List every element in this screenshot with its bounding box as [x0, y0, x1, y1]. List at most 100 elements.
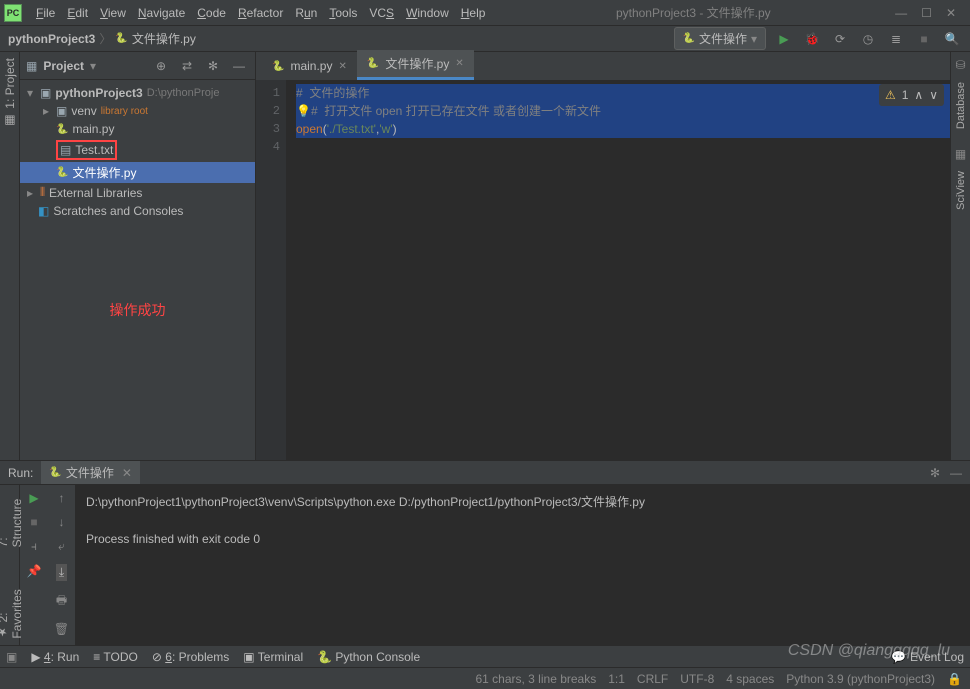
menu-vcs[interactable]: VCS — [363, 3, 400, 23]
tree-scratches[interactable]: ◧ Scratches and Consoles — [20, 202, 255, 220]
debug-button[interactable]: 🐞 — [802, 29, 822, 49]
inspection-badge[interactable]: ⚠ 1 ∧ ∨ — [879, 84, 944, 106]
run-tab-label: 文件操作 — [66, 464, 114, 481]
tree-root[interactable]: ▾ ▣ pythonProject3 D:\pythonProje — [20, 84, 255, 102]
tree-test-txt[interactable]: ▤ Test.txt — [20, 138, 255, 162]
menu-edit[interactable]: Edit — [61, 3, 94, 23]
down-icon[interactable]: ↓ — [59, 515, 65, 529]
stop-button[interactable]: ■ — [30, 515, 37, 529]
status-enc[interactable]: UTF-8 — [680, 672, 714, 686]
scroll-end-icon[interactable]: ⤓ — [56, 564, 67, 581]
trash-icon[interactable]: 🗑 — [54, 622, 69, 636]
menu-view[interactable]: View — [94, 3, 132, 23]
layout-button[interactable]: ⫞ — [31, 539, 37, 554]
sidebar-database-tab[interactable]: Database — [953, 76, 969, 135]
python-file-icon: 🐍 — [272, 61, 284, 72]
menu-window[interactable]: Window — [400, 3, 455, 23]
tree-venv[interactable]: ▸ ▣ venv library root — [20, 102, 255, 120]
sciview-icon[interactable]: ▦ — [955, 147, 966, 161]
close-tab-icon[interactable]: ✕ — [338, 61, 346, 72]
prev-highlight-icon[interactable]: ∧ — [914, 86, 923, 104]
status-indent[interactable]: 4 spaces — [726, 672, 774, 686]
attach-button[interactable]: ≣ — [886, 29, 906, 49]
next-highlight-icon[interactable]: ∨ — [929, 86, 938, 104]
chevron-right-icon: 〉 — [99, 30, 111, 47]
bottom-terminal-tab[interactable]: ▣ Terminal — [243, 650, 303, 664]
menu-navigate[interactable]: Navigate — [132, 3, 191, 23]
run-tab[interactable]: 🐍 文件操作 ✕ — [41, 461, 140, 484]
console-output[interactable]: D:\pythonProject1\pythonProject3\venv\Sc… — [76, 485, 970, 645]
sidebar-structure-tab[interactable]: 7: Structure — [0, 485, 26, 553]
sidebar-favorites-tab[interactable]: ★ 2: Favorites — [0, 561, 26, 645]
collapse-icon[interactable]: ⇄ — [177, 56, 197, 76]
project-panel-title[interactable]: Project — [43, 59, 84, 73]
menu-run[interactable]: Run — [289, 3, 323, 23]
menu-help[interactable]: Help — [455, 3, 492, 23]
tree-main-py[interactable]: 🐍 main.py — [20, 120, 255, 138]
run-config-dropdown[interactable]: 🐍 文件操作 ▾ — [674, 27, 767, 50]
python-file-icon: 🐍 — [367, 58, 379, 69]
status-pos[interactable]: 1:1 — [608, 672, 625, 686]
tree-fileop-py[interactable]: 🐍 文件操作.py — [20, 162, 255, 183]
bottom-run-tab[interactable]: ▶ 4: Run — [31, 650, 79, 664]
settings-icon[interactable]: ✻ — [203, 56, 223, 76]
intention-bulb-icon[interactable]: 💡 — [296, 104, 311, 118]
python-file-icon: 🐍 — [56, 167, 68, 178]
menu-tools[interactable]: Tools — [323, 3, 363, 23]
breadcrumb: pythonProject3 〉 🐍 文件操作.py — [8, 30, 196, 47]
locate-icon[interactable]: ⊕ — [151, 56, 171, 76]
profile-button[interactable]: ◷ — [858, 29, 878, 49]
coverage-button[interactable]: ⟳ — [830, 29, 850, 49]
tab-fileop-py[interactable]: 🐍 文件操作.py ✕ — [357, 50, 474, 80]
expand-arrow-icon[interactable]: ▾ — [24, 86, 36, 100]
breadcrumb-root[interactable]: pythonProject3 — [8, 32, 95, 46]
collapse-arrow-icon[interactable]: ▸ — [40, 104, 52, 118]
tab-fileop-label: 文件操作.py — [385, 55, 449, 72]
lock-icon[interactable]: 🔒 — [947, 672, 962, 686]
bottom-pyconsole-tab[interactable]: 🐍 Python Console — [317, 650, 420, 664]
minimize-icon[interactable]: — — [895, 6, 907, 20]
run-config-label: 文件操作 — [699, 30, 747, 47]
folder-icon: ▣ — [56, 104, 67, 118]
folder-icon: ▣ — [40, 86, 51, 100]
code-line-3: open('./Test.txt','w') — [296, 120, 950, 138]
library-icon: ⫴ — [40, 185, 45, 200]
code-editor[interactable]: # 文件的操作 💡# 打开文件 open 打开已存在文件 或者创建一个新文件 o… — [286, 80, 950, 460]
run-button[interactable]: ▶ — [774, 29, 794, 49]
tree-main-label: main.py — [72, 122, 114, 136]
close-tab-icon[interactable]: ✕ — [122, 466, 132, 480]
status-chars: 61 chars, 3 line breaks — [475, 672, 596, 686]
stop-button[interactable]: ■ — [914, 29, 934, 49]
database-icon[interactable]: ⛁ — [955, 58, 965, 72]
close-tab-icon[interactable]: ✕ — [455, 58, 463, 69]
breadcrumb-file[interactable]: 文件操作.py — [132, 30, 196, 47]
collapse-arrow-icon[interactable]: ▸ — [24, 186, 36, 200]
show-toolbar-icon[interactable]: ▣ — [6, 650, 17, 664]
pin-button[interactable]: 📌 — [27, 564, 42, 578]
softwrap-icon[interactable]: ⤶ — [58, 539, 65, 554]
rerun-button[interactable]: ▶ — [29, 491, 38, 505]
chevron-down-icon[interactable]: ▾ — [90, 59, 96, 73]
menu-file[interactable]: FFileile — [30, 3, 61, 23]
bottom-todo-tab[interactable]: ≡ TODO — [93, 650, 138, 664]
sidebar-project-tab[interactable]: ▦ 1: Project — [1, 52, 19, 136]
settings-icon[interactable]: ✻ — [930, 466, 940, 480]
maximize-icon[interactable]: ☐ — [921, 6, 932, 20]
status-python[interactable]: Python 3.9 (pythonProject3) — [786, 672, 935, 686]
menu-refactor[interactable]: Refactor — [232, 3, 289, 23]
menu-code[interactable]: Code — [191, 3, 232, 23]
sidebar-sciview-tab[interactable]: SciView — [953, 165, 969, 216]
status-eol[interactable]: CRLF — [637, 672, 668, 686]
success-message: 操作成功 — [20, 300, 255, 320]
close-icon[interactable]: ✕ — [946, 6, 956, 20]
search-button[interactable]: 🔍 — [942, 29, 962, 49]
tree-external-libs[interactable]: ▸ ⫴ External Libraries — [20, 183, 255, 202]
tree-ext-label: External Libraries — [49, 186, 142, 200]
print-icon[interactable]: 🖶 — [56, 591, 67, 612]
hide-icon[interactable]: — — [229, 56, 249, 76]
hide-panel-icon[interactable]: — — [950, 466, 962, 480]
bottom-problems-tab[interactable]: ⊘ 6: Problems — [152, 650, 229, 664]
tab-main-py[interactable]: 🐍 main.py ✕ — [262, 54, 357, 80]
python-file-icon: 🐍 — [56, 124, 68, 135]
up-icon[interactable]: ↑ — [59, 491, 65, 505]
